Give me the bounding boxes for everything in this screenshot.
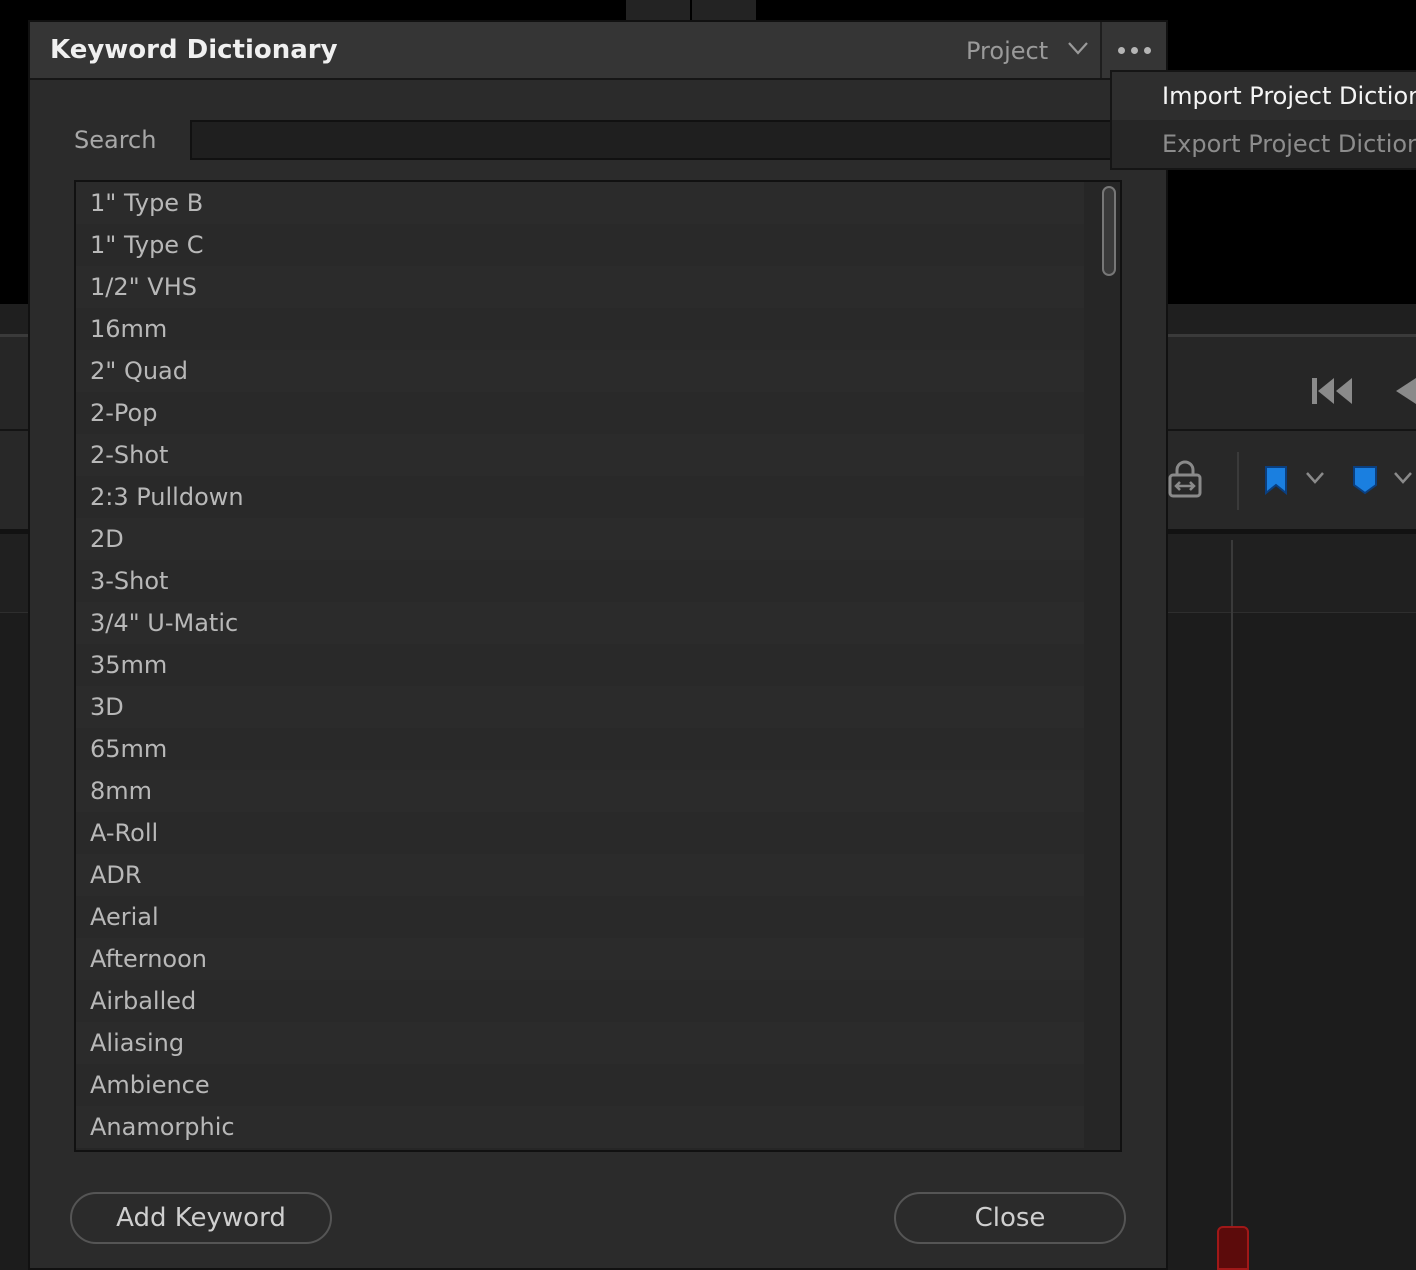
list-item[interactable]: 2-Shot (76, 434, 1084, 476)
list-item[interactable]: 1/2" VHS (76, 266, 1084, 308)
chevron-down-icon[interactable] (1066, 36, 1090, 60)
menu-item-import-project-dictionary[interactable]: Import Project Dictiona (1112, 72, 1416, 120)
background-tab (692, 0, 756, 20)
play-reverse-icon[interactable] (1394, 376, 1416, 406)
list-item[interactable]: 2:3 Pulldown (76, 476, 1084, 518)
search-label: Search (74, 126, 157, 154)
list-item[interactable]: Ambience (76, 1064, 1084, 1106)
playhead-line (1231, 540, 1233, 1270)
list-item[interactable]: Airballed (76, 980, 1084, 1022)
list-scrollbar[interactable] (1102, 186, 1116, 276)
scope-selector[interactable]: Project (966, 37, 1048, 65)
more-options-icon (1117, 46, 1125, 54)
keyword-dictionary-dialog: Keyword Dictionary Project Search 1" Typ… (28, 20, 1168, 1270)
dialog-titlebar: Keyword Dictionary Project (30, 22, 1166, 80)
list-item[interactable]: 3D (76, 686, 1084, 728)
options-menu: Import Project Dictiona Export Project D… (1110, 70, 1416, 170)
toolbar-separator (1237, 452, 1239, 510)
flag-marker-icon[interactable] (1264, 465, 1288, 495)
list-item[interactable]: 3/4" U-Matic (76, 602, 1084, 644)
list-item[interactable]: 1" Type B (76, 182, 1084, 224)
playhead-handle[interactable] (1217, 1226, 1249, 1270)
list-item[interactable]: Aerial (76, 896, 1084, 938)
search-input[interactable] (190, 120, 1120, 160)
list-item[interactable]: ADR (76, 854, 1084, 896)
list-item[interactable]: 8mm (76, 770, 1084, 812)
list-item[interactable]: Anamorphic (76, 1106, 1084, 1148)
list-item[interactable]: 3-Shot (76, 560, 1084, 602)
background-tab (626, 0, 690, 20)
list-item[interactable]: Aliasing (76, 1022, 1084, 1064)
list-item[interactable]: 1" Type C (76, 224, 1084, 266)
chevron-down-icon[interactable] (1304, 470, 1326, 486)
list-item[interactable]: 65mm (76, 728, 1084, 770)
list-item[interactable]: Afternoon (76, 938, 1084, 980)
more-options-icon (1130, 46, 1138, 54)
list-item[interactable]: A-Roll (76, 812, 1084, 854)
dialog-title: Keyword Dictionary (50, 35, 338, 65)
list-item[interactable]: 2-Pop (76, 392, 1084, 434)
link-lock-icon[interactable] (1168, 460, 1202, 498)
menu-item-export-project-dictionary[interactable]: Export Project Dictiona (1112, 120, 1416, 168)
add-keyword-button[interactable]: Add Keyword (70, 1192, 332, 1244)
list-item[interactable]: 35mm (76, 644, 1084, 686)
more-options-icon (1143, 46, 1151, 54)
list-item[interactable]: 16mm (76, 308, 1084, 350)
marker-icon[interactable] (1352, 465, 1378, 495)
skip-to-start-icon[interactable] (1312, 376, 1356, 406)
list-item[interactable]: 2" Quad (76, 350, 1084, 392)
close-button[interactable]: Close (894, 1192, 1126, 1244)
chevron-down-icon[interactable] (1392, 470, 1414, 486)
list-item[interactable]: 2D (76, 518, 1084, 560)
keyword-list[interactable]: 1" Type B 1" Type C 1/2" VHS 16mm 2" Quad 2-P… (74, 180, 1122, 1152)
